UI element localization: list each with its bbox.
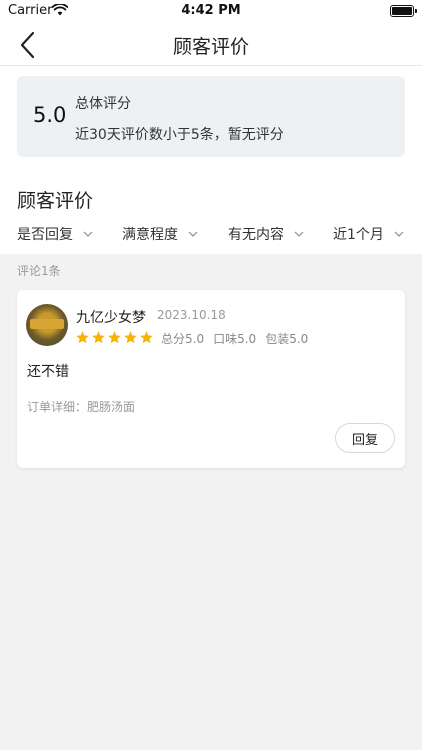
order-detail: 订单详细：肥肠汤面 bbox=[27, 400, 136, 414]
star-icon bbox=[76, 331, 89, 344]
sub-scores: 总分5.0 口味5.0 包装5.0 bbox=[161, 330, 317, 347]
star-icon bbox=[108, 331, 121, 344]
sub-score-packaging: 包装5.0 bbox=[265, 332, 309, 346]
overall-score: 5.0 bbox=[33, 103, 67, 127]
score-note: 近30天评价数小于5条，暂无评分 bbox=[75, 127, 284, 143]
summary-section: 5.0 总体评分 近30天评价数小于5条，暂无评分 顾客评价 是否回复 满意程度… bbox=[0, 66, 422, 254]
filter-satisfaction[interactable]: 满意程度 bbox=[122, 224, 198, 244]
filter-label: 有无内容 bbox=[228, 227, 284, 243]
nav-bar: 顾客评价 bbox=[0, 24, 422, 66]
section-title: 顾客评价 bbox=[17, 190, 94, 212]
star-icon bbox=[140, 331, 153, 344]
battery-icon bbox=[390, 5, 417, 17]
page-title: 顾客评价 bbox=[172, 36, 249, 58]
score-card: 5.0 总体评分 近30天评价数小于5条，暂无评分 bbox=[17, 76, 405, 157]
filter-has-content[interactable]: 有无内容 bbox=[228, 224, 304, 244]
filter-bar: 是否回复 满意程度 有无内容 近1个月 bbox=[0, 224, 422, 254]
filter-label: 是否回复 bbox=[17, 227, 73, 243]
chevron-down-icon bbox=[83, 231, 93, 237]
reviewer-name: 九亿少女梦 bbox=[76, 310, 146, 326]
reply-button[interactable]: 回复 bbox=[335, 423, 395, 453]
filter-label: 近1个月 bbox=[333, 227, 384, 243]
chevron-down-icon bbox=[294, 231, 304, 237]
sub-score-total: 总分5.0 bbox=[161, 332, 205, 346]
review-content: 还不错 bbox=[27, 364, 69, 380]
filter-label: 满意程度 bbox=[122, 227, 178, 243]
review-card: 九亿少女梦 2023.10.18 总分5.0 口味5.0 包装5.0 还不错 订… bbox=[17, 290, 405, 468]
filter-time-range[interactable]: 近1个月 bbox=[333, 224, 404, 244]
chevron-down-icon bbox=[188, 231, 198, 237]
status-time: 4:42 PM bbox=[181, 3, 241, 18]
status-bar: Carrier 4:42 PM bbox=[0, 0, 422, 24]
avatar bbox=[26, 304, 68, 346]
star-icon bbox=[92, 331, 105, 344]
filter-reply-status[interactable]: 是否回复 bbox=[17, 224, 93, 244]
review-date: 2023.10.18 bbox=[157, 308, 226, 322]
chevron-down-icon bbox=[394, 231, 404, 237]
star-rating bbox=[75, 330, 155, 345]
star-icon bbox=[124, 331, 137, 344]
sub-score-taste: 口味5.0 bbox=[213, 332, 257, 346]
review-count: 评论1条 bbox=[17, 264, 61, 278]
overall-score-title: 总体评分 bbox=[75, 96, 131, 112]
